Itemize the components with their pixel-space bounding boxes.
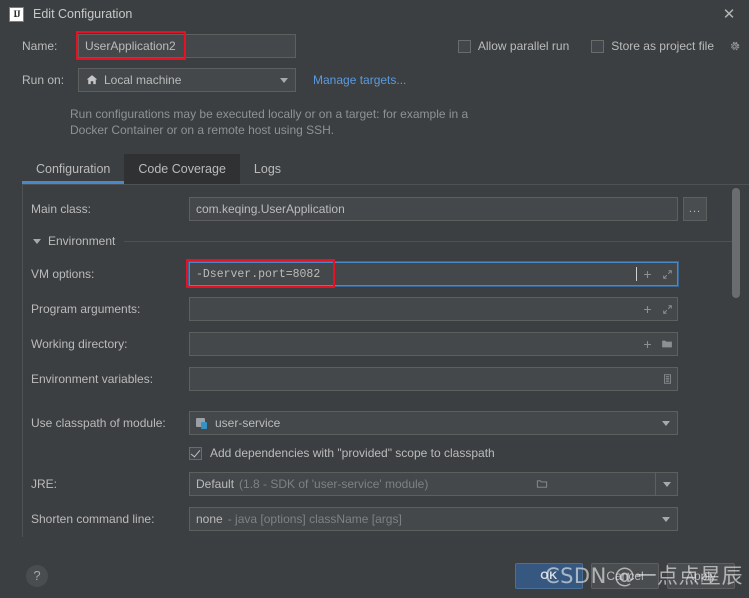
vm-options-value: -Dserver.port=8082: [196, 267, 321, 281]
run-on-row: Run on: Local machine Manage targets...: [0, 68, 749, 92]
chevron-down-icon[interactable]: [33, 238, 41, 244]
main-class-row: Main class: com.keqing.UserApplication .…: [23, 197, 749, 221]
dialog-footer: ? OK Cancel Apply: [0, 553, 749, 598]
allow-parallel-run-label: Allow parallel run: [477, 39, 570, 53]
ok-button[interactable]: OK: [515, 562, 583, 589]
run-on-description: Run configurations may be executed local…: [70, 107, 469, 137]
add-dependencies-label: Add dependencies with "provided" scope t…: [210, 446, 495, 460]
shorten-command-line-value: none: [196, 512, 223, 526]
tab-logs[interactable]: Logs: [240, 154, 295, 184]
tab-bar: Configuration Code Coverage Logs: [0, 154, 749, 184]
use-classpath-value: user-service: [215, 416, 281, 430]
main-class-value: com.keqing.UserApplication: [196, 202, 345, 216]
dialog-buttons: OK Cancel Apply: [515, 562, 735, 589]
run-on-value: Local machine: [104, 73, 182, 87]
expand-icon[interactable]: [657, 298, 677, 320]
name-input-wrapper: [76, 31, 296, 60]
home-icon: [85, 74, 98, 87]
add-dependencies-checkbox[interactable]: [189, 446, 202, 460]
jre-value: Default: [196, 477, 235, 491]
macro-plus-icon[interactable]: [637, 263, 657, 285]
working-directory-row: Working directory:: [23, 332, 749, 356]
section-divider: [124, 240, 735, 242]
program-arguments-label: Program arguments:: [31, 302, 141, 316]
environment-section-label: Environment: [48, 234, 116, 248]
folder-icon[interactable]: [531, 473, 553, 495]
expand-icon[interactable]: [657, 263, 677, 285]
shorten-command-line-dropdown[interactable]: none - java [options] className [args]: [189, 507, 678, 531]
cancel-button[interactable]: Cancel: [591, 562, 659, 589]
tab-configuration[interactable]: Configuration: [22, 154, 125, 184]
folder-icon[interactable]: [657, 333, 677, 355]
main-class-label: Main class:: [31, 202, 92, 216]
program-arguments-row: Program arguments:: [23, 297, 749, 321]
macro-plus-icon[interactable]: [637, 333, 657, 355]
run-on-dropdown[interactable]: Local machine: [78, 68, 296, 92]
help-button[interactable]: ?: [26, 564, 48, 587]
vm-options-row: VM options: -Dserver.port=8082: [23, 259, 749, 288]
jre-label: JRE:: [31, 477, 58, 491]
working-directory-input[interactable]: [189, 332, 678, 356]
use-classpath-row: Use classpath of module: user-service: [23, 411, 749, 435]
shorten-command-line-row: Shorten command line: none - java [optio…: [23, 507, 749, 531]
shorten-command-line-label: Shorten command line:: [31, 512, 155, 526]
close-icon[interactable]: ✕: [719, 4, 739, 24]
name-label: Name:: [22, 39, 58, 53]
configuration-panel: Main class: com.keqing.UserApplication .…: [22, 184, 749, 537]
configuration-header: Name: Allow parallel run Store as projec…: [0, 28, 749, 138]
environment-variables-label: Environment variables:: [31, 372, 154, 386]
jre-dropdown[interactable]: Default (1.8 - SDK of 'user-service' mod…: [189, 472, 678, 496]
run-on-label: Run on:: [22, 73, 65, 87]
intellij-idea-icon: IJ: [9, 6, 24, 22]
window-titlebar: IJ Edit Configuration ✕: [0, 0, 749, 28]
store-as-project-file-label: Store as project file: [611, 39, 714, 53]
environment-variables-input[interactable]: [189, 367, 678, 391]
working-directory-label: Working directory:: [31, 337, 128, 351]
window-title: Edit Configuration: [33, 7, 133, 21]
scrollbar-thumb[interactable]: [732, 188, 740, 298]
list-icon[interactable]: [657, 368, 677, 390]
environment-variables-row: Environment variables:: [23, 367, 749, 391]
chevron-down-icon[interactable]: [655, 412, 677, 434]
gear-icon[interactable]: [727, 39, 741, 53]
add-dependencies-row[interactable]: Add dependencies with "provided" scope t…: [23, 446, 749, 460]
chevron-down-icon[interactable]: [655, 508, 677, 530]
vertical-scrollbar[interactable]: [732, 185, 749, 537]
manage-targets-link[interactable]: Manage targets...: [313, 73, 406, 87]
name-input[interactable]: [78, 34, 296, 58]
jre-value-hint: (1.8 - SDK of 'user-service' module): [239, 477, 429, 491]
apply-button[interactable]: Apply: [667, 562, 735, 589]
use-classpath-dropdown[interactable]: user-service: [189, 411, 678, 435]
main-class-browse-button[interactable]: ...: [683, 197, 707, 221]
vm-options-label: VM options:: [31, 267, 95, 281]
macro-plus-icon[interactable]: [637, 298, 657, 320]
configuration-form: Main class: com.keqing.UserApplication .…: [23, 185, 749, 531]
store-as-project-file-option[interactable]: Store as project file: [591, 39, 741, 53]
program-arguments-input[interactable]: [189, 297, 678, 321]
chevron-down-icon[interactable]: [655, 473, 677, 495]
tab-code-coverage[interactable]: Code Coverage: [124, 154, 240, 184]
use-classpath-label: Use classpath of module:: [31, 416, 166, 430]
vm-options-input[interactable]: -Dserver.port=8082: [188, 261, 679, 287]
allow-parallel-run-checkbox[interactable]: [457, 39, 471, 53]
shorten-command-line-hint: - java [options] className [args]: [227, 512, 402, 526]
allow-parallel-run-option[interactable]: Allow parallel run: [457, 39, 570, 53]
jre-row: JRE: Default (1.8 - SDK of 'user-service…: [23, 472, 749, 496]
chevron-down-icon[interactable]: [273, 77, 295, 83]
header-options: Allow parallel run Store as project file: [436, 39, 741, 53]
store-as-project-file-checkbox[interactable]: [591, 39, 605, 53]
main-class-input[interactable]: com.keqing.UserApplication: [189, 197, 678, 221]
module-icon: [196, 417, 209, 429]
environment-section-header[interactable]: Environment: [23, 232, 749, 250]
